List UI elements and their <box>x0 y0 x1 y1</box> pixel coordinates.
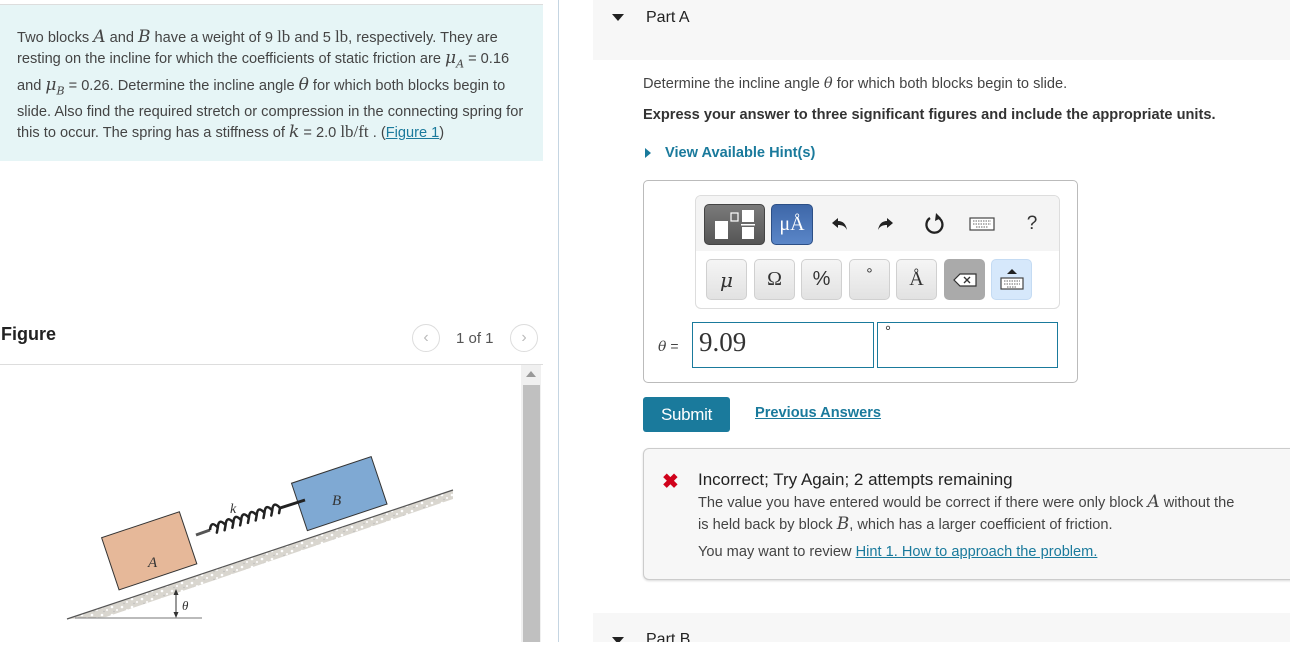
answer-instruction: Express your answer to three significant… <box>643 107 1216 123</box>
feedback-var-a: A <box>1147 492 1160 512</box>
backspace-icon <box>952 272 977 287</box>
redo-icon <box>878 218 893 230</box>
incorrect-x-icon: ✖ <box>662 471 679 493</box>
problem-text: Two blocks A and B have a weight of 9 lb… <box>17 27 532 143</box>
backspace-button[interactable] <box>944 259 985 300</box>
keyboard-icon <box>969 217 995 231</box>
problem-text-run: = 0.26. Determine the incline angle <box>64 77 299 94</box>
units-button[interactable]: μÅ <box>771 204 813 245</box>
problem-text-run: and 5 <box>290 30 335 46</box>
angle-label: θ <box>182 598 189 613</box>
problem-math-symbol: B <box>138 27 151 47</box>
problem-math-symbol: θ <box>298 74 309 95</box>
hint-1-link[interactable]: Hint 1. How to approach the problem. <box>856 544 1098 560</box>
problem-math-symbol: μB <box>45 74 65 98</box>
answer-unit-input[interactable]: ° <box>877 322 1058 368</box>
chevron-left-icon: ‹ <box>423 329 429 346</box>
block-a-label: A <box>147 555 158 571</box>
problem-unit: lb <box>277 27 291 46</box>
problem-text-run: ) <box>439 124 445 141</box>
feedback-review-text: You may want to review <box>698 544 856 560</box>
feedback-line-2-pre: is held back by block <box>698 516 837 533</box>
problem-unit: lb/ft <box>340 121 369 141</box>
spring-label: k <box>230 502 237 517</box>
submit-button[interactable]: Submit <box>643 397 730 432</box>
view-hints-label: View Available Hint(s) <box>665 145 816 161</box>
reset-button[interactable] <box>921 210 949 238</box>
question-text-post: for which both blocks begin to slide. <box>832 76 1068 92</box>
feedback-message: The value you have entered would be corr… <box>698 492 1290 535</box>
redo-button[interactable] <box>871 210 899 238</box>
caret-right-icon <box>645 148 651 158</box>
keyboard-shortcuts-button[interactable] <box>968 210 996 238</box>
feedback-status: Incorrect; Try Again; 2 attempts remaini… <box>698 470 1013 489</box>
question-text: Determine the incline angle θ for which … <box>643 75 1067 92</box>
problem-text-run: have a weight of 9 <box>150 30 278 46</box>
feedback-box: ✖ Incorrect; Try Again; 2 attempts remai… <box>643 448 1290 580</box>
answer-value-input[interactable]: 9.09 <box>692 322 874 368</box>
math-toolbar: μÅ ? μ Ω % ° Å <box>695 195 1060 309</box>
triangle-up-icon <box>526 371 536 377</box>
symbol-mu-button[interactable]: μ <box>706 259 747 300</box>
answer-label-variable: θ <box>658 339 667 355</box>
feedback-var-b: B <box>836 513 850 534</box>
reset-icon <box>925 213 944 234</box>
feedback-line-1: The value you have entered would be corr… <box>698 492 1290 514</box>
spring <box>195 498 306 537</box>
scroll-up-arrow[interactable] <box>521 371 541 383</box>
column-divider <box>558 0 559 642</box>
part-a-header[interactable]: Part A <box>593 0 1290 60</box>
symbol-angstrom-button[interactable]: Å <box>896 259 937 300</box>
problem-unit: lb <box>334 27 349 46</box>
scrollbar-thumb[interactable] <box>523 385 540 642</box>
chevron-right-icon: › <box>521 329 527 346</box>
fraction-template-icon <box>714 209 755 239</box>
answer-box: μÅ ? μ Ω % ° Å θ = 9.09 ° <box>643 180 1078 383</box>
problem-text-run: Two blocks <box>17 30 94 46</box>
figure-pager-label: 1 of 1 <box>456 330 494 347</box>
part-a-title: Part A <box>646 9 690 26</box>
figure-header: Figure ‹ 1 of 1 › <box>0 318 543 365</box>
part-b-title: Part B <box>646 631 691 642</box>
symbol-percent-button[interactable]: % <box>801 259 842 300</box>
caret-down-icon <box>612 637 624 642</box>
next-figure-button[interactable]: › <box>510 324 538 352</box>
figure-image: A B k θ <box>0 365 520 642</box>
block-a <box>100 511 198 591</box>
undo-icon <box>832 218 847 230</box>
figure-title: Figure <box>1 324 57 344</box>
problem-math-symbol: μA <box>445 48 465 71</box>
feedback-line-1-pre: The value you have entered would be corr… <box>698 495 1148 511</box>
previous-answers-link[interactable]: Previous Answers <box>755 405 881 421</box>
problem-math-symbol: A <box>93 27 106 47</box>
feedback-line-1-post: without the <box>1159 495 1235 511</box>
answer-label: θ = <box>658 338 679 355</box>
part-b-header[interactable]: Part B <box>593 613 1290 642</box>
previous-figure-button[interactable]: ‹ <box>412 324 440 352</box>
undo-button[interactable] <box>826 210 854 238</box>
figure-scrollbar[interactable] <box>521 365 541 642</box>
question-variable: θ <box>823 75 833 92</box>
symbol-ohm-button[interactable]: Ω <box>754 259 795 300</box>
figure-1-link[interactable]: Figure 1 <box>386 125 440 141</box>
feedback-line-2: is held back by block B, which has a lar… <box>698 514 1290 536</box>
incline-diagram: A B k θ <box>66 455 454 620</box>
problem-text-run: = 2.0 <box>299 124 341 141</box>
problem-statement: Two blocks A and B have a weight of 9 lb… <box>0 5 543 161</box>
symbol-degree-button[interactable]: ° <box>849 259 890 300</box>
toggle-keyboard-button[interactable] <box>991 259 1032 300</box>
problem-text-run: . ( <box>368 124 386 141</box>
feedback-review: You may want to review Hint 1. How to ap… <box>698 544 1097 560</box>
help-button[interactable]: ? <box>1018 210 1046 238</box>
question-text-pre: Determine the incline angle <box>643 76 824 92</box>
feedback-line-2-post: , which has a larger coefficient of fric… <box>849 516 1113 533</box>
view-hints-toggle[interactable]: View Available Hint(s) <box>643 145 815 161</box>
keyboard-toggle-icon <box>999 268 1024 290</box>
templates-button[interactable] <box>704 204 765 245</box>
problem-math-symbol: k <box>289 121 300 142</box>
angle-indicator <box>173 589 179 618</box>
block-b-label: B <box>332 493 341 509</box>
problem-text-run: and <box>105 30 138 46</box>
caret-down-icon <box>612 14 624 21</box>
